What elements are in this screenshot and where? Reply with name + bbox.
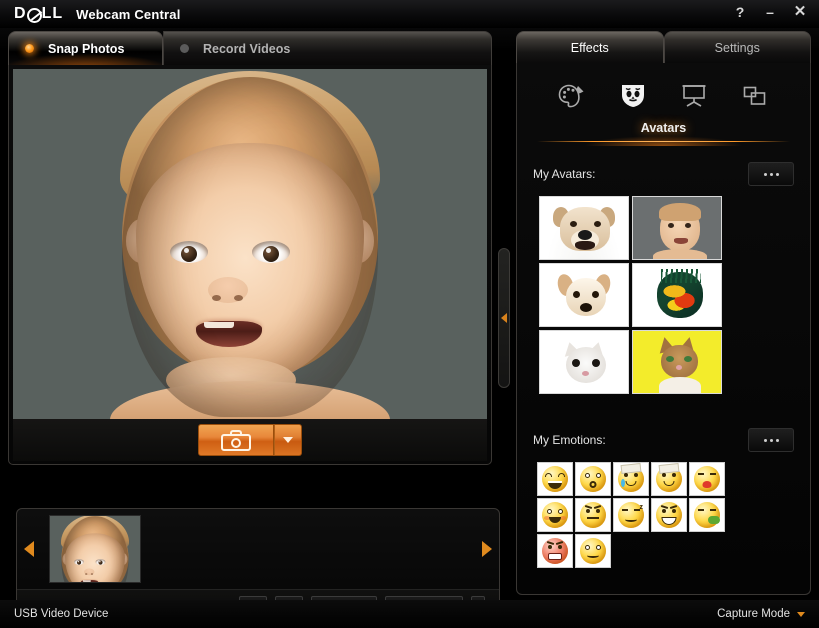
emotion-surprised[interactable] bbox=[575, 462, 611, 496]
emotion-sad-bandage[interactable] bbox=[651, 462, 687, 496]
my-avatars-header: My Avatars: bbox=[533, 162, 794, 186]
avatar-grid bbox=[539, 196, 722, 394]
frames-overlay-icon[interactable] bbox=[735, 79, 775, 113]
baby-face-thumb-image bbox=[56, 516, 135, 582]
panel-splitter-handle[interactable] bbox=[498, 248, 510, 388]
emotion-nauseous[interactable] bbox=[689, 498, 725, 532]
avatar-artwork[interactable] bbox=[632, 263, 722, 327]
capture-controls bbox=[198, 424, 302, 456]
minimize-button[interactable]: – bbox=[763, 3, 777, 21]
avatar-cat[interactable] bbox=[632, 330, 722, 394]
effect-category-toolbar bbox=[533, 73, 794, 119]
side-panel-body: Avatars My Avatars: My Emotions: z bbox=[516, 63, 811, 595]
tab-settings-label: Settings bbox=[714, 40, 760, 55]
arrow-right-icon bbox=[482, 541, 492, 557]
side-panel-tabs: Effects Settings bbox=[516, 31, 811, 63]
caret-down-icon bbox=[283, 437, 293, 443]
filmstrip bbox=[17, 509, 499, 589]
app-window: D LL Webcam Central ? – ✕ Snap Photos Rec… bbox=[0, 0, 819, 628]
app-title: Webcam Central bbox=[76, 6, 181, 22]
captured-photo-thumbnail-1[interactable] bbox=[49, 515, 141, 583]
emotion-happy-blush[interactable] bbox=[537, 498, 573, 532]
status-bar: USB Video Device Capture Mode bbox=[0, 600, 819, 628]
tab-settings[interactable]: Settings bbox=[663, 31, 811, 63]
capture-mode-selector[interactable]: Capture Mode bbox=[717, 608, 805, 620]
capture-options-dropdown[interactable] bbox=[274, 424, 302, 456]
emotion-sleepy[interactable]: z bbox=[613, 498, 649, 532]
dell-e-icon bbox=[26, 7, 42, 23]
device-status-label: USB Video Device bbox=[14, 608, 109, 620]
emotion-laughing[interactable] bbox=[537, 462, 573, 496]
emotion-whistling[interactable] bbox=[575, 534, 611, 568]
emotion-crying-sick[interactable] bbox=[613, 462, 649, 496]
arrow-left-icon bbox=[24, 541, 34, 557]
help-button[interactable]: ? bbox=[733, 3, 747, 21]
effects-palette-icon[interactable] bbox=[552, 79, 592, 113]
status-dot-icon bbox=[180, 44, 189, 53]
baby-face-image bbox=[100, 69, 400, 419]
avatar-kitten[interactable] bbox=[539, 330, 629, 394]
preview-shell bbox=[8, 65, 492, 465]
my-emotions-header: My Emotions: bbox=[533, 428, 794, 452]
window-controls: ? – ✕ bbox=[733, 3, 807, 21]
camera-icon bbox=[221, 429, 251, 451]
section-title: Avatars bbox=[533, 121, 794, 146]
dell-logo: D LL bbox=[14, 5, 64, 23]
tab-record-videos-label: Record Videos bbox=[203, 41, 291, 56]
capture-mode-label: Capture Mode bbox=[717, 608, 790, 620]
tab-snap-photos-label: Snap Photos bbox=[48, 41, 125, 56]
capture-bar bbox=[13, 419, 487, 461]
filmstrip-prev-button[interactable] bbox=[17, 509, 41, 589]
status-dot-icon bbox=[25, 44, 34, 53]
tab-record-videos[interactable]: Record Videos bbox=[163, 31, 492, 65]
my-emotions-label: My Emotions: bbox=[533, 433, 606, 447]
side-panel: Effects Settings Avatars My Avatars: My … bbox=[516, 31, 811, 595]
main-panel: Snap Photos Record Videos bbox=[8, 31, 500, 626]
backdrop-screen-icon[interactable] bbox=[674, 79, 714, 113]
avatar-bulldog[interactable] bbox=[539, 196, 629, 260]
avatar-puppy[interactable] bbox=[539, 263, 629, 327]
emotion-grid: z bbox=[537, 462, 794, 568]
emotion-angry[interactable] bbox=[537, 534, 573, 568]
my-avatars-more-button[interactable] bbox=[748, 162, 794, 186]
my-emotions-more-button[interactable] bbox=[748, 428, 794, 452]
close-button[interactable]: ✕ bbox=[793, 3, 807, 21]
snap-photo-button[interactable] bbox=[198, 424, 274, 456]
emotion-kiss[interactable] bbox=[689, 462, 725, 496]
tab-effects-label: Effects bbox=[570, 40, 609, 55]
emotion-annoyed[interactable] bbox=[575, 498, 611, 532]
caret-down-icon bbox=[797, 611, 805, 617]
tab-snap-photos[interactable]: Snap Photos bbox=[8, 31, 163, 65]
live-video-preview[interactable] bbox=[13, 69, 487, 419]
thumbnail-list bbox=[41, 515, 475, 583]
emotion-evil-grin[interactable] bbox=[651, 498, 687, 532]
mode-tabs: Snap Photos Record Videos bbox=[8, 31, 492, 65]
filmstrip-next-button[interactable] bbox=[475, 509, 499, 589]
title-bar: D LL Webcam Central ? – ✕ bbox=[0, 0, 819, 28]
tab-effects[interactable]: Effects bbox=[516, 31, 664, 63]
avatar-baby[interactable] bbox=[632, 196, 722, 260]
avatars-mask-icon[interactable] bbox=[613, 79, 653, 113]
my-avatars-label: My Avatars: bbox=[533, 167, 596, 181]
collapse-arrow-icon bbox=[501, 313, 507, 323]
